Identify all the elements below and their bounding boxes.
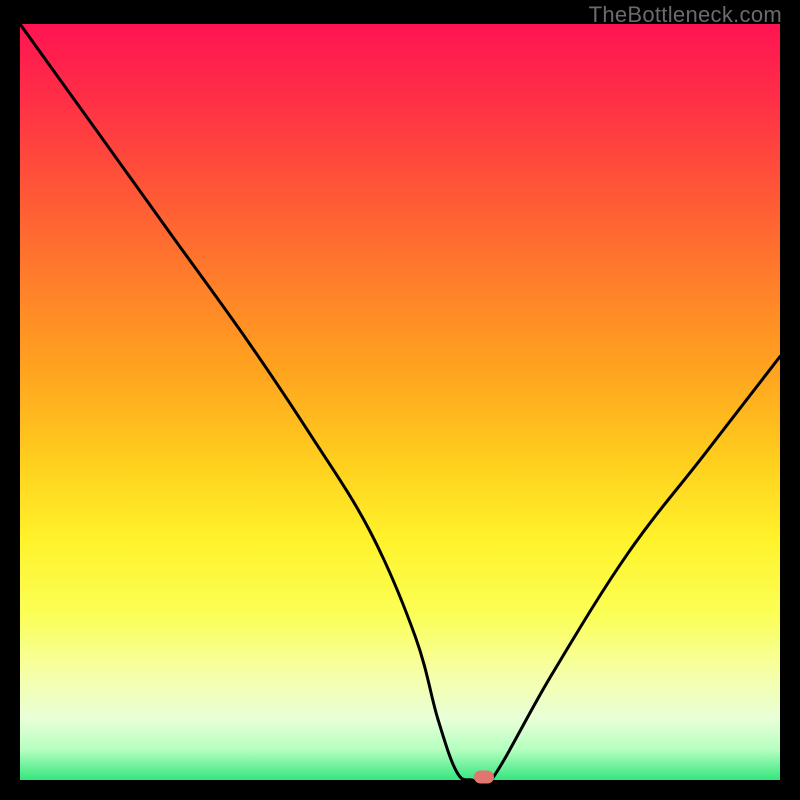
minimum-marker [474, 770, 494, 783]
curve-path [20, 24, 780, 780]
plot-area [20, 24, 780, 780]
bottleneck-curve [20, 24, 780, 780]
chart-frame: TheBottleneck.com [0, 0, 800, 800]
watermark-text: TheBottleneck.com [589, 2, 782, 28]
